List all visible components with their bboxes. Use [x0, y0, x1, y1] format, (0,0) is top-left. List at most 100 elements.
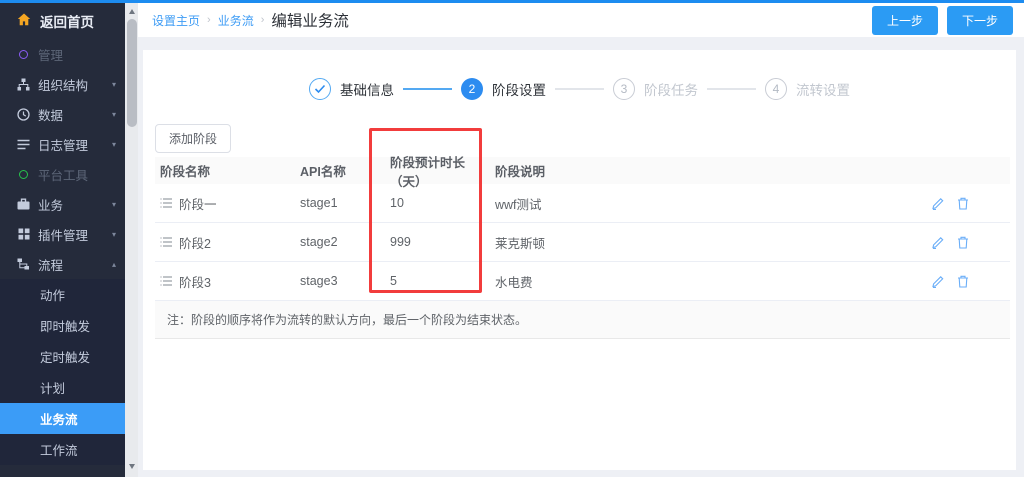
- sidebar-item-label: 插件管理: [38, 225, 88, 244]
- sidebar-item-label: 平台工具: [38, 165, 88, 184]
- step-label: 基础信息: [340, 79, 394, 99]
- sidebar-home-label: 返回首页: [40, 11, 94, 31]
- step-connector: [707, 88, 756, 90]
- sidebar-item-platform-tools[interactable]: 平台工具: [0, 159, 125, 189]
- check-icon: [309, 78, 331, 100]
- step-stage-tasks[interactable]: 3 阶段任务: [613, 78, 698, 100]
- stage-table: 阶段名称 API名称 阶段预计时长（天） 阶段说明 阶段一: [155, 157, 1010, 339]
- stage-name: 阶段2: [179, 233, 211, 252]
- table-row: 阶段3 stage3 5 水电费: [155, 262, 1010, 301]
- top-accent-line: [0, 0, 1024, 3]
- step-label: 阶段设置: [492, 79, 546, 99]
- edit-icon[interactable]: [931, 236, 944, 249]
- chevron-down-icon: [112, 110, 116, 119]
- scrollbar-up-arrow-icon[interactable]: [125, 5, 138, 18]
- breadcrumb-link-business-flow[interactable]: 业务流: [218, 12, 254, 29]
- subitem-label: 定时触发: [40, 347, 90, 366]
- step-label: 流转设置: [796, 79, 850, 99]
- api-name: stage3: [295, 274, 385, 288]
- drag-handle-icon[interactable]: [160, 276, 172, 286]
- step-number: 3: [613, 78, 635, 100]
- scrollbar-down-arrow-icon[interactable]: [125, 460, 138, 473]
- sidebar-item-label: 管理: [38, 45, 63, 64]
- sidebar-item-org-structure[interactable]: 组织结构: [0, 69, 125, 99]
- chevron-down-icon: [112, 200, 116, 209]
- sidebar-subitem-business-flow[interactable]: 业务流: [0, 403, 125, 434]
- stage-duration: 999: [385, 235, 490, 249]
- sidebar-submenu-process: 动作 即时触发 定时触发 计划 业务流 工作流: [0, 279, 125, 465]
- step-connector: [403, 88, 452, 90]
- wizard-stepper: 基础信息 2 阶段设置 3 阶段任务 4 流转设置: [143, 78, 1016, 100]
- edit-icon[interactable]: [931, 275, 944, 288]
- breadcrumb-link-settings-home[interactable]: 设置主页: [152, 12, 200, 29]
- drag-handle-icon[interactable]: [160, 198, 172, 208]
- home-icon: [17, 13, 31, 29]
- delete-icon[interactable]: [957, 197, 969, 210]
- sidebar-item-data[interactable]: 数据: [0, 99, 125, 129]
- sidebar-item-label: 日志管理: [38, 135, 88, 154]
- stage-duration: 5: [385, 274, 490, 288]
- table-row: 阶段2 stage2 999 莱克斯顿: [155, 223, 1010, 262]
- delete-icon[interactable]: [957, 275, 969, 288]
- sidebar-scrollbar[interactable]: [125, 3, 138, 477]
- org-tree-icon: [17, 78, 30, 91]
- step-number: 2: [461, 78, 483, 100]
- sidebar-item-label: 组织结构: [38, 75, 88, 94]
- sidebar-item-log-manage[interactable]: 日志管理: [0, 129, 125, 159]
- prev-step-button[interactable]: 上一步: [872, 6, 938, 35]
- sidebar-subitem-timed-trigger[interactable]: 定时触发: [0, 341, 125, 372]
- header-duration: 阶段预计时长（天）: [385, 152, 490, 190]
- plugin-grid-icon: [17, 228, 30, 241]
- sidebar-item-business[interactable]: 业务: [0, 189, 125, 219]
- subitem-label: 工作流: [40, 440, 78, 459]
- api-name: stage1: [295, 196, 385, 210]
- sidebar-home-link[interactable]: 返回首页: [0, 3, 125, 39]
- sidebar-subitem-plan[interactable]: 计划: [0, 372, 125, 403]
- next-step-button[interactable]: 下一步: [947, 6, 1013, 35]
- stage-duration: 10: [385, 196, 490, 210]
- circle-icon: [17, 48, 30, 61]
- step-basic-info[interactable]: 基础信息: [309, 78, 394, 100]
- step-number: 4: [765, 78, 787, 100]
- sidebar-subitem-instant-trigger[interactable]: 即时触发: [0, 310, 125, 341]
- log-list-icon: [17, 138, 30, 151]
- subitem-label: 动作: [40, 285, 65, 304]
- breadcrumb-separator: ›: [261, 14, 265, 26]
- stage-description: 莱克斯顿: [490, 233, 915, 252]
- circle-icon: [17, 168, 30, 181]
- briefcase-icon: [17, 198, 30, 211]
- sidebar-item-process[interactable]: 流程: [0, 249, 125, 279]
- step-label: 阶段任务: [644, 79, 698, 99]
- sidebar-item-label: 流程: [38, 255, 63, 274]
- subitem-label: 计划: [40, 378, 65, 397]
- sidebar-item-manage[interactable]: 管理: [0, 39, 125, 69]
- sidebar-subitem-action[interactable]: 动作: [0, 279, 125, 310]
- breadcrumb-bar: 设置主页 › 业务流 › 编辑业务流 上一步 下一步: [138, 3, 1024, 37]
- header-api-name: API名称: [295, 161, 385, 180]
- stage-description: wwf测试: [490, 194, 915, 213]
- step-flow-settings[interactable]: 4 流转设置: [765, 78, 850, 100]
- step-stage-settings[interactable]: 2 阶段设置: [461, 78, 546, 100]
- chevron-up-icon: [112, 260, 116, 269]
- content-area: 基础信息 2 阶段设置 3 阶段任务 4 流转设置: [138, 37, 1024, 477]
- table-note: 注：阶段的顺序将作为流转的默认方向，最后一个阶段为结束状态。: [155, 301, 1010, 339]
- add-stage-button[interactable]: 添加阶段: [155, 124, 231, 153]
- scrollbar-thumb[interactable]: [127, 19, 137, 127]
- sidebar-subitem-workflow[interactable]: 工作流: [0, 434, 125, 465]
- sidebar-item-plugin-manage[interactable]: 插件管理: [0, 219, 125, 249]
- drag-handle-icon[interactable]: [160, 237, 172, 247]
- page: 返回首页 管理 组织结构 数据 日志管理: [0, 0, 1024, 477]
- sidebar-item-label: 业务: [38, 195, 63, 214]
- main-area: 设置主页 › 业务流 › 编辑业务流 上一步 下一步 基础信息: [138, 3, 1024, 477]
- header-stage-name: 阶段名称: [155, 161, 295, 180]
- delete-icon[interactable]: [957, 236, 969, 249]
- table-row: 阶段一 stage1 10 wwf测试: [155, 184, 1010, 223]
- stage-description: 水电费: [490, 272, 915, 291]
- clock-icon: [17, 108, 30, 121]
- page-title: 编辑业务流: [271, 9, 349, 31]
- edit-icon[interactable]: [931, 197, 944, 210]
- subitem-label: 即时触发: [40, 316, 90, 335]
- step-connector: [555, 88, 604, 90]
- chevron-down-icon: [112, 140, 116, 149]
- chevron-down-icon: [112, 80, 116, 89]
